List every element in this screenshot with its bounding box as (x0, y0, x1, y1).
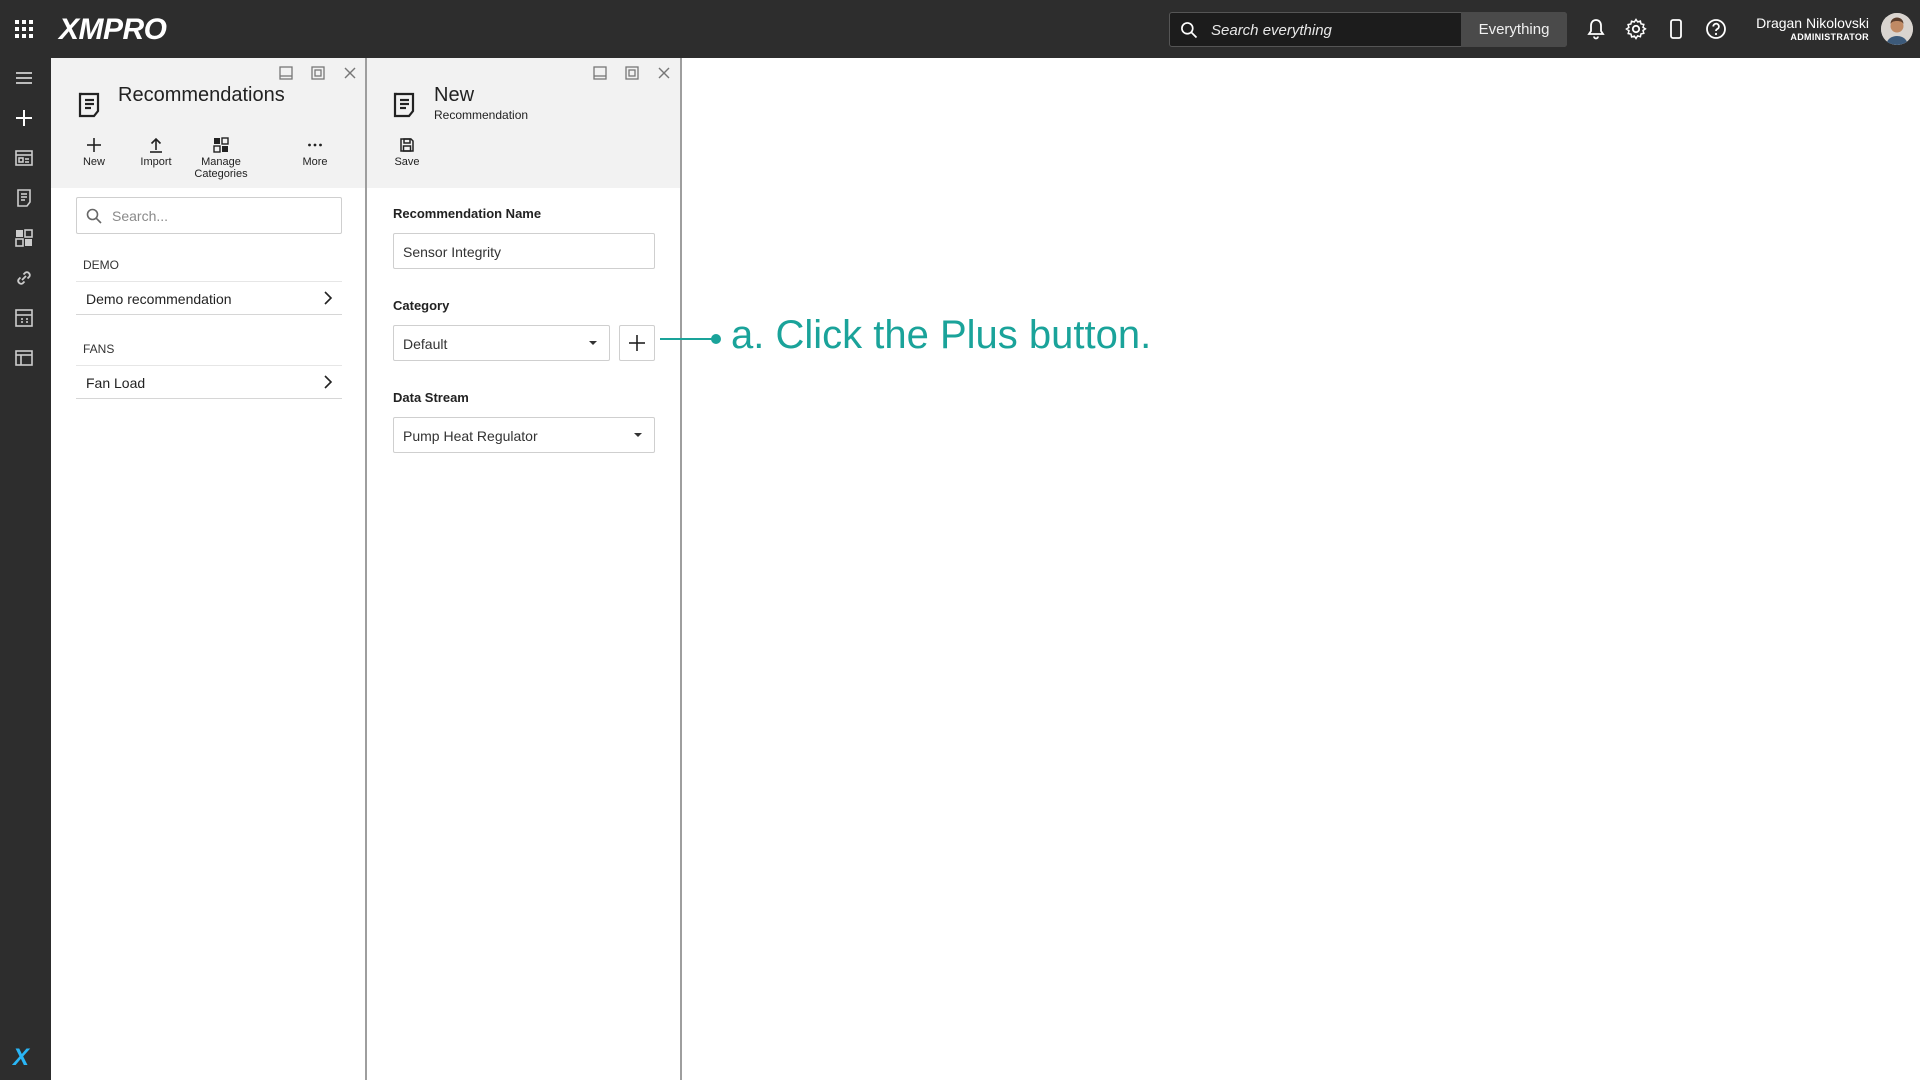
add-category-button[interactable] (619, 325, 655, 361)
group-label-demo: DEMO (83, 258, 119, 272)
search-icon (1181, 22, 1198, 39)
menu-icon[interactable] (12, 66, 36, 90)
chevron-right-icon (324, 375, 333, 389)
chevron-down-icon (634, 433, 642, 437)
maximize-icon[interactable] (623, 64, 641, 82)
page-title: Recommendations (118, 84, 285, 106)
user-role: ADMINISTRATOR (1790, 32, 1869, 42)
search-placeholder: Search everything (1211, 22, 1332, 39)
dashboard-icon[interactable] (12, 146, 36, 170)
data-stream-select[interactable]: Pump Heat Regulator (393, 417, 655, 453)
minimize-icon[interactable] (277, 64, 295, 82)
data-stream-value: Pump Heat Regulator (403, 428, 538, 444)
categories-label: Categories (194, 168, 248, 180)
bell-icon[interactable] (1584, 17, 1608, 41)
top-bar: XMPRO Search everything Everything Draga… (0, 0, 1920, 58)
import-button[interactable]: Import (136, 136, 176, 168)
plus-icon[interactable] (12, 106, 36, 130)
gear-icon[interactable] (1624, 17, 1648, 41)
maximize-icon[interactable] (309, 64, 327, 82)
callout-dot (711, 334, 721, 344)
recommendation-icon (393, 92, 415, 118)
categories-icon (213, 137, 229, 153)
recommendation-name-label: Recommendation Name (393, 206, 542, 221)
plus-icon (629, 335, 645, 351)
search-scope-dropdown[interactable]: Everything (1461, 12, 1567, 47)
calculator-icon[interactable] (12, 306, 36, 330)
link-icon[interactable] (12, 266, 36, 290)
xmpro-logo[interactable]: XMPRO (59, 13, 167, 47)
mobile-device-icon[interactable] (1664, 17, 1688, 41)
plus-icon (87, 138, 101, 152)
search-icon (86, 208, 102, 224)
manage-label: Manage (201, 156, 241, 168)
category-value: Default (403, 336, 448, 352)
group-label-fans: FANS (83, 342, 115, 356)
panel-header: Recommendations New Import Manage Catego… (51, 58, 365, 188)
chevron-down-icon (589, 341, 597, 345)
page-title: New (434, 84, 475, 106)
close-icon[interactable] (655, 64, 673, 82)
more-icon (308, 143, 322, 147)
page-subtitle: Recommendation (434, 108, 529, 122)
apps-blocks-icon[interactable] (12, 226, 36, 250)
recommendations-icon (78, 92, 100, 118)
category-label: Category (393, 298, 450, 313)
left-nav-rail: X (0, 58, 51, 1080)
data-stream-icon[interactable] (12, 346, 36, 370)
list-item[interactable]: Fan Load (76, 365, 342, 399)
user-avatar-icon (1881, 13, 1913, 45)
recommendations-panel: Recommendations New Import Manage Catego… (51, 58, 367, 1080)
list-item-label: Fan Load (86, 375, 146, 391)
help-icon[interactable] (1704, 17, 1728, 41)
new-button[interactable]: New (78, 136, 110, 168)
recommendation-search-input[interactable]: Search... (76, 197, 342, 234)
save-button[interactable]: Save (391, 136, 423, 168)
more-button[interactable]: More (298, 136, 332, 168)
data-stream-label: Data Stream (393, 390, 469, 405)
xmpro-x-logo[interactable]: X (13, 1044, 29, 1072)
list-item-label: Demo recommendation (86, 291, 232, 307)
avatar[interactable] (1881, 13, 1913, 45)
search-placeholder: Search... (112, 208, 169, 224)
recommendation-name-field[interactable]: Sensor Integrity (393, 233, 655, 269)
save-icon (400, 138, 414, 152)
recommendations-icon[interactable] (12, 186, 36, 210)
user-name[interactable]: Dragan Nikolovski (1756, 15, 1869, 31)
chevron-right-icon (324, 291, 333, 305)
panel-header: New Recommendation Save (367, 58, 680, 188)
manage-categories-button[interactable]: Manage Categories (190, 136, 252, 180)
recommendation-name-value: Sensor Integrity (403, 244, 502, 260)
upload-icon (150, 137, 162, 153)
category-select[interactable]: Default (393, 325, 610, 361)
new-recommendation-panel: New Recommendation Save Recommendation N… (367, 58, 682, 1080)
save-label: Save (394, 156, 420, 168)
minimize-icon[interactable] (591, 64, 609, 82)
new-label: New (82, 156, 105, 168)
import-label: Import (140, 156, 172, 168)
close-icon[interactable] (341, 64, 359, 82)
callout-line (660, 338, 715, 340)
list-item[interactable]: Demo recommendation (76, 281, 342, 315)
instruction-callout: a. Click the Plus button. (731, 313, 1152, 357)
apps-grid-icon[interactable] (12, 17, 36, 41)
more-label: More (302, 156, 328, 168)
